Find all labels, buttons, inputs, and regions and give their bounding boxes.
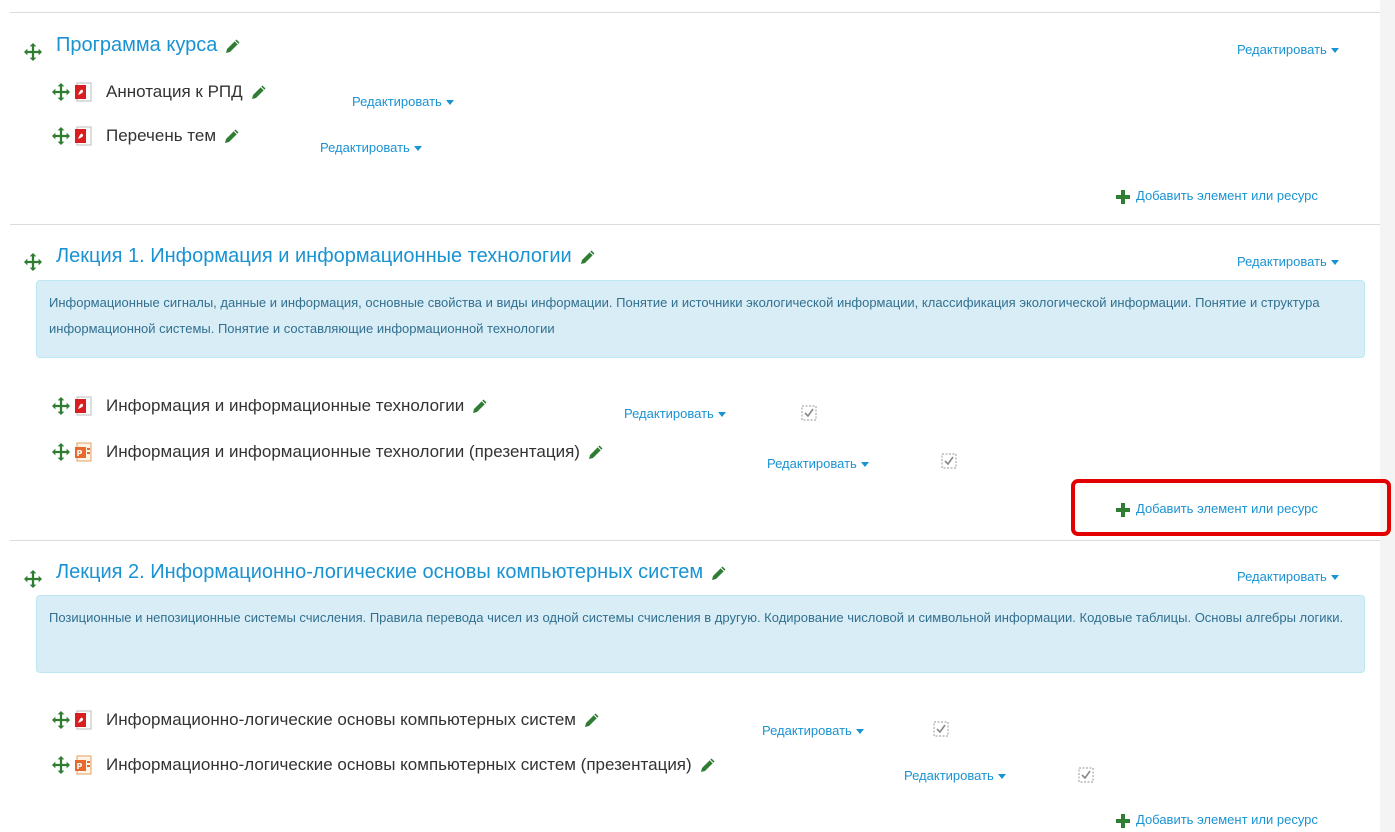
section-title[interactable]: Лекция 2. Информационно-логические основ…	[56, 561, 727, 584]
pencil-icon[interactable]	[472, 398, 488, 414]
edit-menu-label: Редактировать	[320, 140, 410, 155]
edit-menu-button[interactable]: Редактировать	[352, 94, 454, 109]
pencil-icon[interactable]	[588, 444, 604, 460]
move-icon[interactable]	[24, 570, 42, 588]
add-activity-label: Добавить элемент или ресурс	[1136, 188, 1318, 203]
move-icon[interactable]	[52, 83, 70, 101]
edit-menu-button[interactable]: Редактировать	[1237, 569, 1339, 584]
caret-down-icon	[1330, 48, 1339, 54]
pdf-icon	[74, 126, 94, 146]
plus-icon	[1116, 814, 1130, 828]
caret-down-icon	[717, 412, 726, 418]
edit-menu-button[interactable]: Редактировать	[624, 406, 726, 421]
activity-item: Информационно-логические основы компьюте…	[52, 755, 716, 775]
move-icon[interactable]	[52, 443, 70, 461]
caret-down-icon	[860, 462, 869, 468]
edit-menu-button[interactable]: Редактировать	[762, 723, 864, 738]
activity-link[interactable]: Информация и информационные технологии	[106, 396, 464, 416]
completion-checkbox-icon[interactable]	[941, 453, 957, 469]
caret-down-icon	[997, 774, 1006, 780]
activity-link[interactable]: Информация и информационные технологии (…	[106, 442, 580, 462]
pencil-icon[interactable]	[711, 565, 727, 581]
powerpoint-icon	[74, 755, 94, 775]
pencil-icon[interactable]	[700, 757, 716, 773]
activity-link[interactable]: Аннотация к РПД	[106, 82, 243, 102]
section-divider	[10, 540, 1380, 541]
add-activity-label: Добавить элемент или ресурс	[1136, 812, 1318, 827]
pdf-icon	[74, 710, 94, 730]
caret-down-icon	[1330, 575, 1339, 581]
add-activity-button[interactable]: Добавить элемент или ресурс	[1116, 501, 1318, 517]
activity-item: Перечень тем	[52, 126, 240, 146]
edit-menu-button[interactable]: Редактировать	[767, 456, 869, 471]
caret-down-icon	[855, 729, 864, 735]
section-title-text[interactable]: Программа курса	[56, 34, 217, 56]
completion-checkbox-icon[interactable]	[933, 721, 949, 737]
pencil-icon[interactable]	[224, 128, 240, 144]
edit-menu-label: Редактировать	[1237, 42, 1327, 57]
activity-item: Аннотация к РПД	[52, 82, 267, 102]
section-title[interactable]: Программа курса	[56, 34, 241, 57]
move-icon[interactable]	[52, 127, 70, 145]
section-divider	[10, 12, 1380, 13]
activity-link[interactable]: Информационно-логические основы компьюте…	[106, 755, 692, 775]
section-divider	[10, 224, 1380, 225]
edit-menu-label: Редактировать	[767, 456, 857, 471]
edit-menu-button[interactable]: Редактировать	[904, 768, 1006, 783]
pencil-icon[interactable]	[251, 84, 267, 100]
move-icon[interactable]	[24, 43, 42, 61]
edit-menu-label: Редактировать	[1237, 569, 1327, 584]
edit-menu-button[interactable]: Редактировать	[1237, 254, 1339, 269]
section-title[interactable]: Лекция 1. Информация и информационные те…	[56, 245, 596, 268]
section-title-text[interactable]: Лекция 2. Информационно-логические основ…	[56, 561, 703, 583]
activity-item: Информация и информационные технологии	[52, 396, 488, 416]
move-icon[interactable]	[52, 397, 70, 415]
section-summary: Информационные сигналы, данные и информа…	[36, 280, 1365, 358]
activity-link[interactable]: Информационно-логические основы компьюте…	[106, 710, 576, 730]
edit-menu-button[interactable]: Редактировать	[1237, 42, 1339, 57]
move-icon[interactable]	[52, 711, 70, 729]
pdf-icon	[74, 396, 94, 416]
edit-menu-label: Редактировать	[904, 768, 994, 783]
plus-icon	[1116, 503, 1130, 517]
powerpoint-icon	[74, 442, 94, 462]
pencil-icon[interactable]	[225, 38, 241, 54]
page-scrollbar[interactable]	[1380, 0, 1395, 832]
section-summary: Позиционные и непозиционные системы счис…	[36, 595, 1365, 673]
move-icon[interactable]	[52, 756, 70, 774]
pencil-icon[interactable]	[584, 712, 600, 728]
activity-item: Информация и информационные технологии (…	[52, 442, 604, 462]
plus-icon	[1116, 190, 1130, 204]
pencil-icon[interactable]	[580, 249, 596, 265]
pdf-icon	[74, 82, 94, 102]
edit-menu-label: Редактировать	[1237, 254, 1327, 269]
caret-down-icon	[413, 146, 422, 152]
caret-down-icon	[1330, 260, 1339, 266]
add-activity-label: Добавить элемент или ресурс	[1136, 501, 1318, 516]
activity-item: Информационно-логические основы компьюте…	[52, 710, 600, 730]
edit-menu-label: Редактировать	[762, 723, 852, 738]
edit-menu-label: Редактировать	[624, 406, 714, 421]
add-activity-button[interactable]: Добавить элемент или ресурс	[1116, 812, 1318, 828]
add-activity-button[interactable]: Добавить элемент или ресурс	[1116, 188, 1318, 204]
section-title-text[interactable]: Лекция 1. Информация и информационные те…	[56, 245, 572, 267]
caret-down-icon	[445, 100, 454, 106]
move-icon[interactable]	[24, 253, 42, 271]
edit-menu-label: Редактировать	[352, 94, 442, 109]
completion-checkbox-icon[interactable]	[1078, 767, 1094, 783]
completion-checkbox-icon[interactable]	[801, 405, 817, 421]
edit-menu-button[interactable]: Редактировать	[320, 140, 422, 155]
activity-link[interactable]: Перечень тем	[106, 126, 216, 146]
